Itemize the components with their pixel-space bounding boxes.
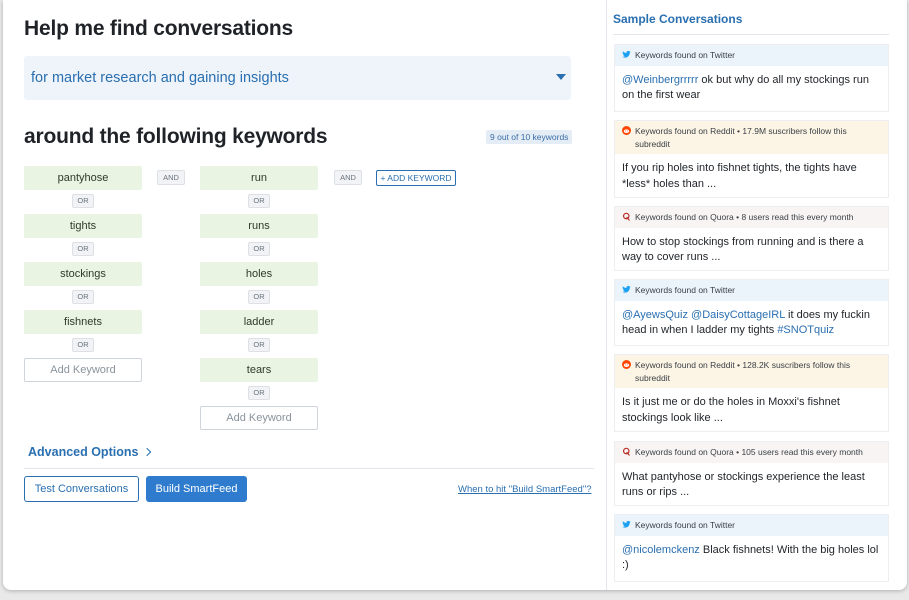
keywords-heading: around the following keywords [24, 125, 328, 148]
and-connector: AND [334, 170, 362, 185]
add-keyword-input[interactable]: Add Keyword [24, 358, 142, 382]
sample-conversations-title: Sample Conversations [613, 12, 743, 26]
test-conversations-button[interactable]: Test Conversations [24, 476, 139, 502]
chevron-right-icon [142, 447, 152, 457]
keyword-chip[interactable]: stockings [24, 262, 142, 286]
quora-icon [622, 447, 630, 456]
or-connector: OR [72, 338, 94, 352]
page-title: Help me find conversations [24, 17, 294, 40]
or-connector: OR [248, 242, 270, 256]
card-header: Keywords found on Twitter [615, 280, 888, 301]
quora-icon [622, 212, 630, 221]
keyword-chip[interactable]: tights [24, 214, 142, 238]
conversation-card[interactable]: Keywords found on Twitter @Weinbergrrrrr… [614, 44, 889, 112]
user-handle-link[interactable]: @AyewsQuiz [622, 309, 688, 321]
reddit-icon [622, 126, 631, 135]
card-text: @Weinbergrrrrr ok but why do all my stoc… [622, 73, 869, 102]
or-connector: OR [248, 290, 270, 304]
card-text: What pantyhose or stockings experience t… [622, 470, 865, 499]
purpose-dropdown[interactable]: for market research and gaining insights [24, 56, 571, 100]
or-connector: OR [72, 194, 94, 208]
card-header: Keywords found on Reddit • 17.9M suscrib… [615, 121, 888, 154]
card-header: Keywords found on Reddit • 128.2K suscri… [615, 355, 888, 388]
conversation-card[interactable]: Keywords found on Quora • 105 users read… [614, 441, 889, 506]
conversation-card[interactable]: Keywords found on Twitter @AyewsQuiz @Da… [614, 279, 889, 346]
conversation-card[interactable]: Keywords found on Reddit • 128.2K suscri… [614, 354, 889, 432]
advanced-options-label: Advanced Options [28, 445, 139, 459]
card-text: Is it just me or do the holes in Moxxi's… [622, 396, 840, 424]
card-header: Keywords found on Twitter [615, 45, 888, 66]
app-window: Help me find conversations for market re… [3, 0, 907, 590]
user-handle-link[interactable]: @DaisyCottageIRL [691, 309, 785, 321]
or-connector: OR [248, 194, 270, 208]
caret-down-icon [556, 74, 566, 80]
add-keyword-input[interactable]: Add Keyword [200, 406, 318, 430]
divider [613, 34, 889, 35]
user-handle-link[interactable]: @Weinbergrrrrr [622, 74, 698, 86]
user-handle-link[interactable]: @nicolemckenz [622, 544, 700, 556]
card-header: Keywords found on Quora • 105 users read… [615, 442, 888, 463]
twitter-icon [622, 50, 631, 58]
keyword-chip[interactable]: holes [200, 262, 318, 286]
add-keyword-group-button[interactable]: + ADD KEYWORD [376, 170, 456, 186]
twitter-icon [622, 520, 631, 528]
when-to-build-link[interactable]: When to hit "Build SmartFeed"? [458, 484, 591, 495]
keyword-chip[interactable]: tears [200, 358, 318, 382]
conversation-card[interactable]: Keywords found on Twitter @nicolemckenz … [614, 514, 889, 582]
or-connector: OR [72, 290, 94, 304]
keyword-chip[interactable]: run [200, 166, 318, 190]
card-text: If you rip holes into fishnet tights, th… [622, 162, 857, 190]
and-connector: AND [157, 170, 185, 185]
keyword-chip[interactable]: ladder [200, 310, 318, 334]
sample-conversations-panel: Sample Conversations Keywords found on T… [606, 0, 907, 590]
purpose-selected-value: for market research and gaining insights [31, 70, 289, 86]
card-text: @nicolemckenz Black fishnets! With the b… [622, 543, 879, 572]
card-header: Keywords found on Twitter [615, 515, 888, 536]
card-header: Keywords found on Quora • 8 users read t… [615, 207, 888, 228]
keyword-chip[interactable]: fishnets [24, 310, 142, 334]
query-builder-panel: Help me find conversations for market re… [3, 0, 603, 590]
twitter-icon [622, 285, 631, 293]
advanced-options-link[interactable]: Advanced Options [28, 445, 152, 459]
keyword-count-badge: 9 out of 10 keywords [486, 130, 573, 144]
keyword-chip[interactable]: runs [200, 214, 318, 238]
or-connector: OR [248, 338, 270, 352]
card-text: How to stop stockings from running and i… [622, 235, 864, 264]
hashtag-link[interactable]: #SNOTquiz [777, 324, 834, 336]
reddit-icon [622, 360, 631, 369]
or-connector: OR [72, 242, 94, 256]
divider [24, 468, 594, 469]
or-connector: OR [248, 386, 270, 400]
conversation-card[interactable]: Keywords found on Quora • 8 users read t… [614, 206, 889, 271]
keyword-chip[interactable]: pantyhose [24, 166, 142, 190]
conversation-card[interactable]: Keywords found on Reddit • 17.9M suscrib… [614, 120, 889, 198]
build-smartfeed-button[interactable]: Build SmartFeed [146, 476, 247, 502]
card-text: @AyewsQuiz @DaisyCottageIRL it does my f… [622, 308, 870, 337]
